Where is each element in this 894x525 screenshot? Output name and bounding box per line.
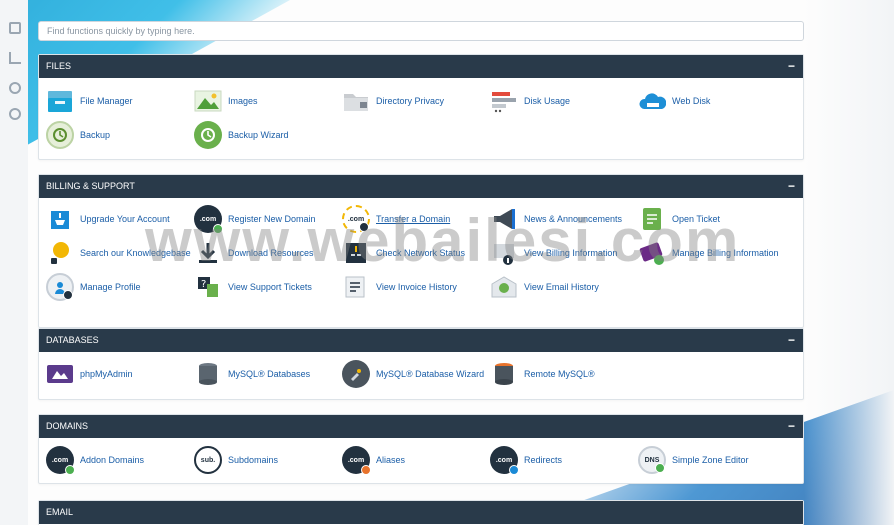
- collapse-toggle[interactable]: −: [788, 175, 795, 198]
- lightbulb-icon: [46, 239, 74, 267]
- dns-icon: DNS: [638, 446, 666, 474]
- billing-info-icon: [490, 239, 518, 267]
- aliases-link[interactable]: .com Aliases: [342, 445, 490, 475]
- download-resources-link[interactable]: Download Resources: [194, 238, 342, 268]
- backup-wizard-icon: [194, 121, 222, 149]
- stats-icon[interactable]: [9, 52, 21, 64]
- view-invoice-history-link[interactable]: View Invoice History: [342, 272, 490, 302]
- transfer-domain-link[interactable]: .com Transfer a Domain: [342, 204, 490, 234]
- view-support-tickets-link[interactable]: ? View Support Tickets: [194, 272, 342, 302]
- megaphone-icon: [490, 205, 518, 233]
- collapse-toggle[interactable]: −: [788, 415, 795, 438]
- main-content: FILES − File Manager Images Directory: [38, 21, 804, 525]
- knowledgebase-link[interactable]: Search our Knowledgebase: [46, 238, 194, 268]
- download-icon: [194, 239, 222, 267]
- right-edge-fade: [804, 0, 894, 525]
- panel-header-domains[interactable]: DOMAINS −: [39, 415, 803, 438]
- left-sidebar: [0, 0, 28, 525]
- redirect-icon: .com: [490, 446, 519, 475]
- disk-usage-icon: [490, 87, 518, 115]
- database-icon: [194, 360, 222, 388]
- backup-clock-icon: [46, 121, 74, 149]
- view-email-history-link[interactable]: View Email History: [490, 272, 638, 302]
- panel-domains: DOMAINS − .com Addon Domains sub. Subdom…: [38, 414, 804, 484]
- addon-domain-icon: .com: [46, 446, 75, 475]
- subdomain-icon: sub.: [194, 446, 222, 474]
- open-ticket-link[interactable]: Open Ticket: [638, 204, 786, 234]
- database-wizard-icon: [342, 360, 370, 388]
- file-manager-link[interactable]: File Manager: [46, 86, 194, 116]
- support-ticket-icon: ?: [194, 273, 222, 301]
- web-disk-link[interactable]: Web Disk: [638, 86, 786, 116]
- addon-domains-link[interactable]: .com Addon Domains: [46, 445, 194, 475]
- backup-wizard-link[interactable]: Backup Wizard: [194, 120, 342, 150]
- collapse-toggle[interactable]: −: [788, 55, 795, 78]
- manage-profile-link[interactable]: Manage Profile: [46, 272, 194, 302]
- register-domain-link[interactable]: .com Register New Domain: [194, 204, 342, 234]
- phpmyadmin-icon: [46, 360, 74, 388]
- panel-title: EMAIL: [46, 507, 74, 517]
- remote-database-icon: [490, 360, 518, 388]
- network-status-icon: [342, 239, 370, 267]
- panel-title: DOMAINS: [46, 421, 89, 431]
- panel-files: FILES − File Manager Images Directory Pr…: [38, 54, 804, 160]
- profile-icon: [46, 273, 74, 301]
- invoice-icon: [342, 273, 370, 301]
- panel-header-email[interactable]: EMAIL: [39, 501, 803, 524]
- upgrade-cart-icon: [46, 205, 74, 233]
- email-history-icon: [490, 273, 518, 301]
- simple-zone-editor-link[interactable]: DNS Simple Zone Editor: [638, 445, 786, 475]
- network-status-link[interactable]: Check Network Status: [342, 238, 490, 268]
- domain-transfer-icon: .com: [342, 205, 370, 233]
- credit-card-icon: [638, 239, 666, 267]
- folder-lock-icon: [342, 87, 370, 115]
- mysql-database-wizard-link[interactable]: MySQL® Database Wizard: [342, 359, 490, 389]
- svg-text:?: ?: [201, 279, 206, 290]
- file-manager-icon: [46, 87, 74, 115]
- collapse-toggle[interactable]: −: [788, 329, 795, 352]
- alias-icon: .com: [342, 446, 371, 475]
- panel-header-files[interactable]: FILES −: [39, 55, 803, 78]
- panel-header-billing[interactable]: BILLING & SUPPORT −: [39, 175, 803, 198]
- panel-title: BILLING & SUPPORT: [46, 181, 135, 191]
- disk-usage-link[interactable]: Disk Usage: [490, 86, 638, 116]
- settings-icon[interactable]: [9, 108, 21, 120]
- cloud-drive-icon: [638, 87, 666, 115]
- dashboard-grid-icon[interactable]: [9, 22, 21, 34]
- images-icon: [194, 87, 222, 115]
- subdomains-link[interactable]: sub. Subdomains: [194, 445, 342, 475]
- panel-header-databases[interactable]: DATABASES −: [39, 329, 803, 352]
- news-announcements-link[interactable]: News & Announcements: [490, 204, 638, 234]
- backup-link[interactable]: Backup: [46, 120, 194, 150]
- directory-privacy-link[interactable]: Directory Privacy: [342, 86, 490, 116]
- panel-title: DATABASES: [46, 335, 99, 345]
- remote-mysql-link[interactable]: Remote MySQL®: [490, 359, 638, 389]
- view-billing-info-link[interactable]: View Billing Information: [490, 238, 638, 268]
- upgrade-account-link[interactable]: Upgrade Your Account: [46, 204, 194, 234]
- panel-title: FILES: [46, 61, 72, 71]
- manage-billing-info-link[interactable]: Manage Billing Information: [638, 238, 808, 268]
- function-search-input[interactable]: [38, 21, 804, 41]
- images-link[interactable]: Images: [194, 86, 342, 116]
- phpmyadmin-link[interactable]: phpMyAdmin: [46, 359, 194, 389]
- domain-register-icon: .com: [194, 205, 223, 234]
- redirects-link[interactable]: .com Redirects: [490, 445, 638, 475]
- panel-email: EMAIL: [38, 500, 804, 525]
- mysql-databases-link[interactable]: MySQL® Databases: [194, 359, 342, 389]
- ticket-icon: [638, 205, 666, 233]
- user-icon[interactable]: [9, 82, 21, 94]
- panel-billing-support: BILLING & SUPPORT − Upgrade Your Account…: [38, 174, 804, 328]
- panel-databases: DATABASES − phpMyAdmin MySQL® Databases: [38, 328, 804, 400]
